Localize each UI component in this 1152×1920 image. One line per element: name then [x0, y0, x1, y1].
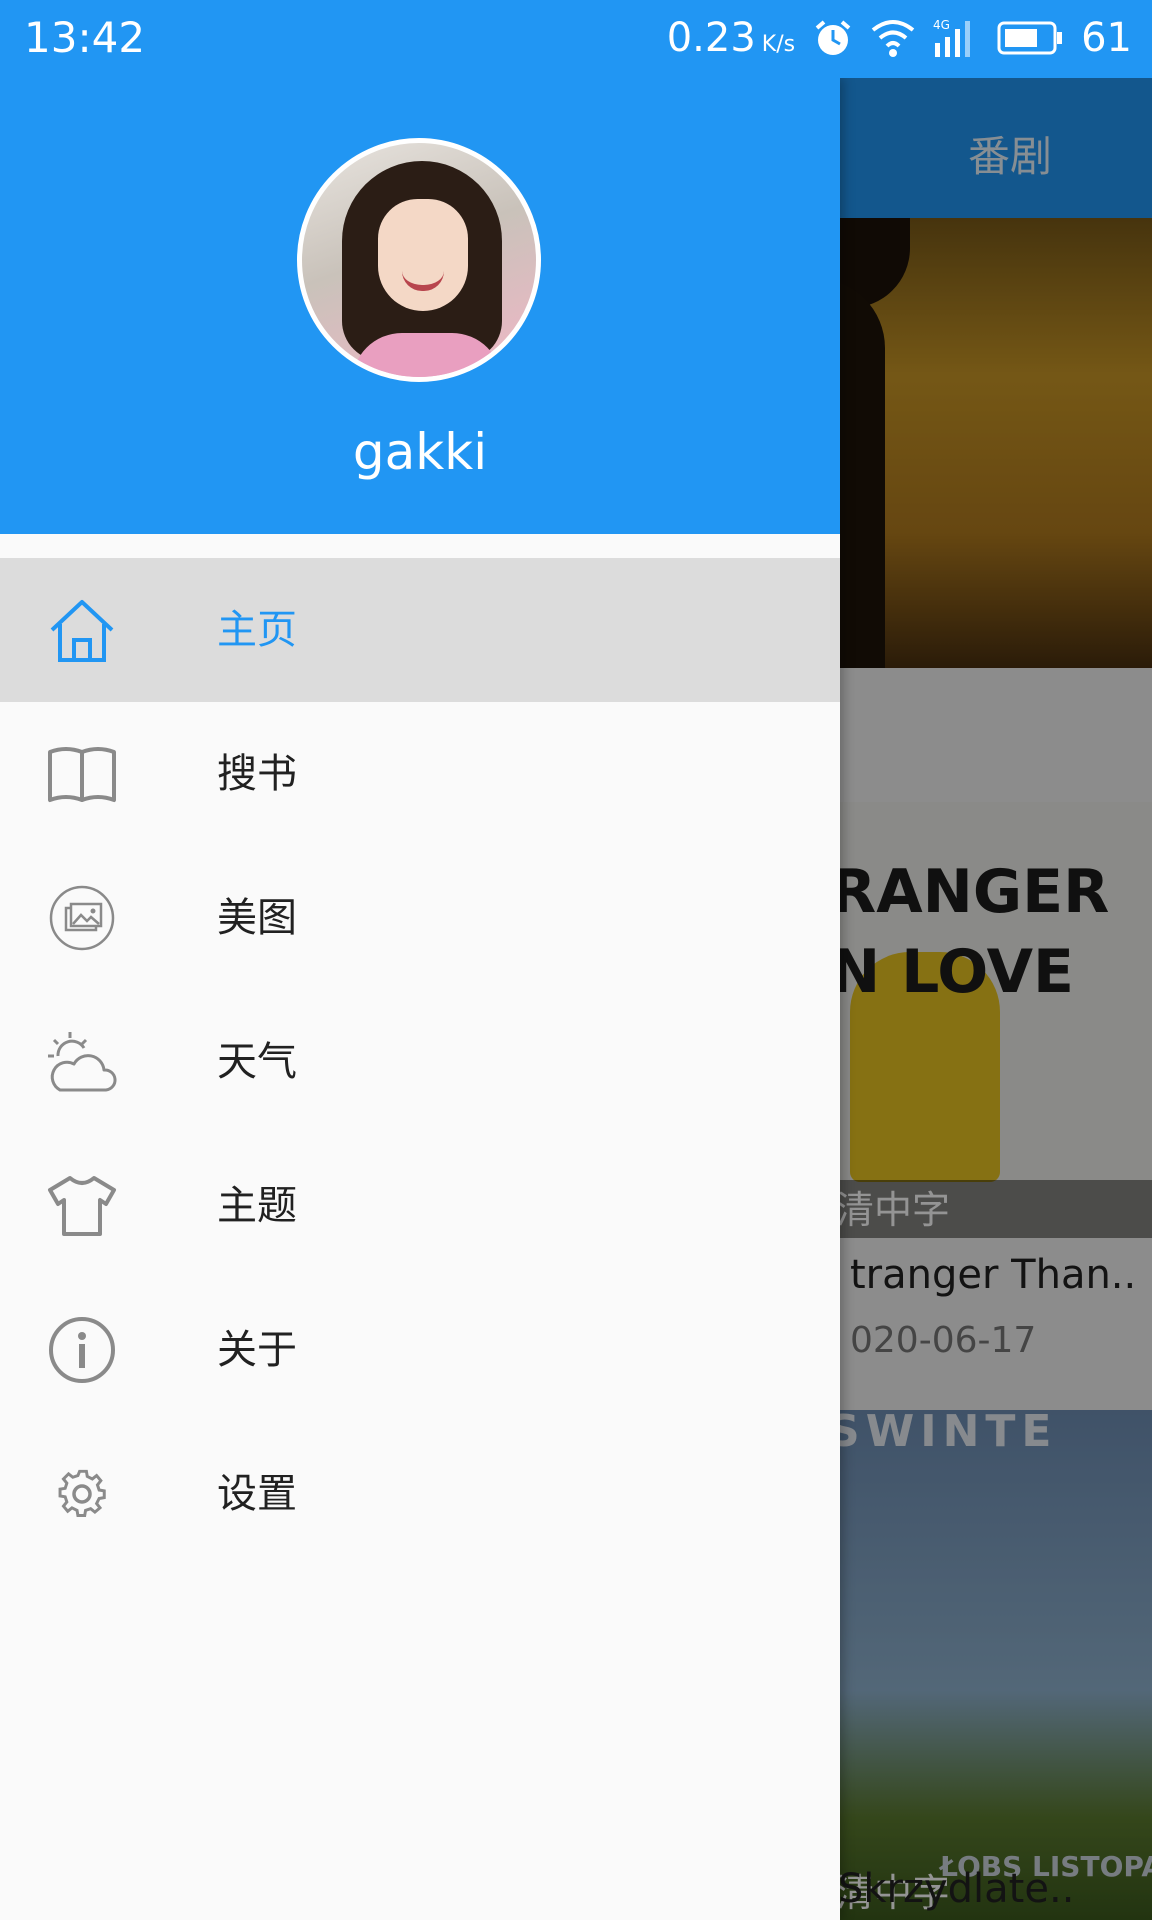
info-icon [46, 1316, 118, 1384]
menu-label-gallery: 美图 [217, 895, 297, 941]
menu-label-search-books: 搜书 [217, 751, 297, 797]
menu-item-gallery[interactable]: 美图 [0, 846, 840, 990]
menu-label-weather: 天气 [217, 1039, 297, 1085]
menu-label-home: 主页 [217, 607, 297, 653]
navigation-drawer: gakki 主页 搜书 美图 天气 主题 关于 设置 [0, 78, 840, 1920]
menu-item-settings[interactable]: 设置 [0, 1422, 840, 1566]
avatar[interactable] [297, 138, 541, 382]
avatar-face [378, 199, 468, 311]
menu-label-about: 关于 [217, 1327, 297, 1373]
wifi-icon [871, 18, 915, 58]
menu-item-theme[interactable]: 主题 [0, 1134, 840, 1278]
battery-icon [997, 20, 1063, 56]
home-icon [46, 596, 118, 664]
net-speed-value: 0.23 [666, 15, 756, 61]
menu-label-settings: 设置 [217, 1471, 297, 1517]
drawer-header: gakki [0, 78, 840, 534]
menu-item-home[interactable]: 主页 [0, 558, 840, 702]
status-bar: 13:42 0.23 K/s 4G 61 [0, 0, 1152, 78]
status-time: 13:42 [24, 13, 146, 62]
image-icon [46, 884, 118, 952]
menu-label-theme: 主题 [217, 1183, 297, 1229]
battery-level: 61 [1081, 15, 1132, 61]
net-speed: 0.23 K/s [667, 15, 795, 61]
drawer-menu: 主页 搜书 美图 天气 主题 关于 设置 [0, 558, 840, 1566]
weather-icon [46, 1028, 118, 1096]
alarm-icon [813, 18, 853, 58]
status-icons: 0.23 K/s 4G 61 [667, 12, 1132, 64]
avatar-shirt [352, 333, 502, 377]
username: gakki [352, 423, 488, 481]
menu-item-search-books[interactable]: 搜书 [0, 702, 840, 846]
menu-item-weather[interactable]: 天气 [0, 990, 840, 1134]
signal-type-label: 4G [933, 18, 950, 32]
menu-item-about[interactable]: 关于 [0, 1278, 840, 1422]
tshirt-icon [46, 1172, 118, 1240]
net-speed-unit: K/s [761, 32, 796, 57]
book-icon [46, 740, 118, 808]
cell-signal-icon: 4G [933, 17, 979, 59]
gear-icon [46, 1460, 118, 1528]
